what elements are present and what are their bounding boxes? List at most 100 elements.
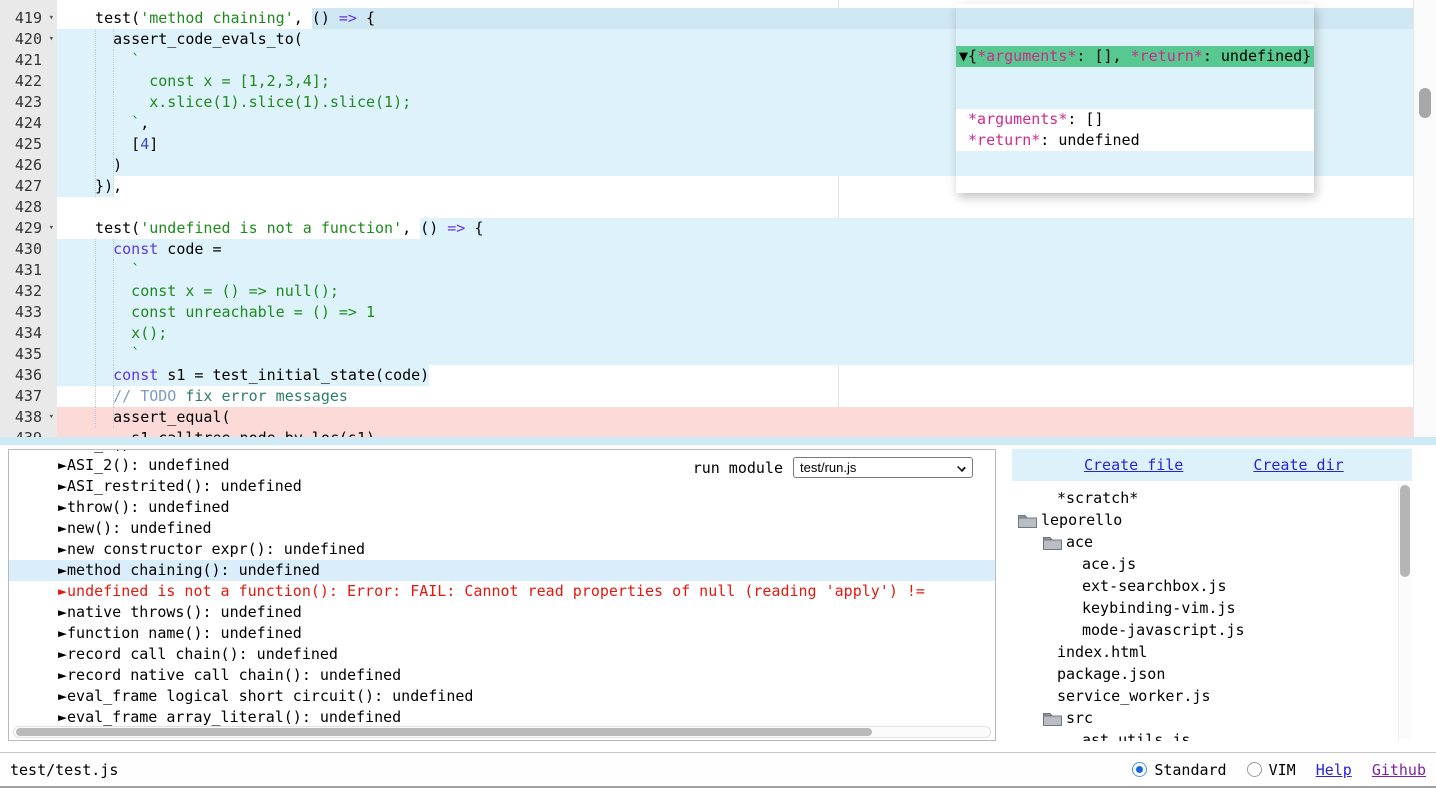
code-line[interactable]: 439 s1.calltree_node_by_loc(s1) [0, 428, 1436, 437]
tree-file[interactable]: ace.js [1012, 553, 1412, 575]
tree-item-name: ace [1066, 531, 1093, 553]
code-line[interactable]: 434 x(); [0, 323, 1436, 344]
test-result-item[interactable]: ►undefined is not a function(): Error: F… [9, 581, 995, 602]
line-number[interactable]: 429▾ [0, 218, 57, 239]
run-module-value: test/run.js [800, 460, 856, 475]
tree-folder[interactable]: ace [1012, 531, 1412, 553]
tree-folder[interactable]: src [1012, 707, 1412, 729]
line-number[interactable]: 419▾ [0, 8, 57, 29]
code-text: const code = [77, 240, 222, 258]
code-line[interactable]: 433 const unreachable = () => 1 [0, 302, 1436, 323]
line-number[interactable]: 421 [0, 50, 57, 71]
tree-file[interactable]: ast_utils.js [1012, 729, 1412, 741]
create-dir-link[interactable]: Create dir [1253, 456, 1343, 474]
code-text: const s1 = test_initial_state(code) [77, 366, 429, 384]
tree-file[interactable]: package.json [1012, 663, 1412, 685]
line-number[interactable]: 438▾ [0, 407, 57, 428]
help-link[interactable]: Help [1316, 761, 1352, 779]
code-line[interactable]: 437 // TODO fix error messages [0, 386, 1436, 407]
fold-icon[interactable]: ▾ [49, 218, 54, 239]
code-line[interactable]: 435 ` [0, 344, 1436, 365]
file-tree-scrollbar[interactable] [1398, 483, 1411, 739]
code-text: // TODO fix error messages [77, 387, 348, 405]
tooltip-header[interactable]: ▼{*arguments*: [], *return*: undefined} [956, 46, 1314, 67]
line-number[interactable]: 430 [0, 239, 57, 260]
code-segment: *arguments* [968, 110, 1067, 128]
test-result-item[interactable]: ►eval_frame logical short circuit(): und… [9, 686, 995, 707]
code-segment: , () [402, 219, 447, 237]
code-line[interactable]: 432 const x = () => null(); [0, 281, 1436, 302]
create-file-link[interactable]: Create file [1084, 456, 1183, 474]
editor-vertical-scrollbar[interactable] [1413, 0, 1436, 437]
tree-file[interactable]: ext-searchbox.js [1012, 575, 1412, 597]
line-number[interactable]: 434 [0, 323, 57, 344]
test-result-item[interactable]: ►record native call chain(): undefined [9, 665, 995, 686]
run-module-select[interactable]: test/run.js [793, 457, 973, 478]
tooltip-row[interactable]: *return*: undefined [956, 130, 1314, 151]
code-segment: test( [77, 9, 140, 27]
fold-icon[interactable]: ▾ [49, 8, 54, 29]
editor-scrollbar-thumb[interactable] [1419, 88, 1431, 118]
code-segment: 'method chaining' [140, 9, 294, 27]
test-result-item[interactable]: ►new constructor expr(): undefined [9, 539, 995, 560]
tooltip-row[interactable]: *arguments*: [] [956, 109, 1314, 130]
file-browser-header: Create file Create dir [1012, 449, 1412, 481]
output-scrollbar-thumb[interactable] [16, 728, 872, 736]
code-text: `, [77, 114, 149, 132]
test-result-item[interactable]: ►native throws(): undefined [9, 602, 995, 623]
line-number[interactable]: 439 [0, 428, 57, 437]
line-number[interactable]: 436 [0, 365, 57, 386]
status-bar: test/test.js Standard VIM Help Github [0, 752, 1436, 788]
pane-divider [0, 437, 1436, 445]
line-number[interactable]: 423 [0, 92, 57, 113]
file-tree: *scratch*leporelloaceace.jsext-searchbox… [1012, 481, 1412, 741]
line-number[interactable]: 425 [0, 134, 57, 155]
github-link[interactable]: Github [1372, 761, 1426, 779]
fold-icon[interactable]: ▾ [49, 407, 54, 428]
line-number[interactable]: 424 [0, 113, 57, 134]
line-number[interactable]: 435 [0, 344, 57, 365]
line-number[interactable]: 426 [0, 155, 57, 176]
line-number[interactable]: 431 [0, 260, 57, 281]
code-line[interactable]: 430 const code = [0, 239, 1436, 260]
code-line[interactable]: 428 [0, 197, 1436, 218]
line-number[interactable]: 420▾ [0, 29, 57, 50]
line-number[interactable]: 432 [0, 281, 57, 302]
test-result-item[interactable]: ►function name(): undefined [9, 623, 995, 644]
test-result-item[interactable]: ►method chaining(): undefined [9, 560, 995, 581]
code-line[interactable]: 436 const s1 = test_initial_state(code) [0, 365, 1436, 386]
code-line[interactable]: 431 ` [0, 260, 1436, 281]
tree-file[interactable]: keybinding-vim.js [1012, 597, 1412, 619]
leporello-app: 419▾ test('method chaining', () => {420▾… [0, 0, 1436, 788]
line-number[interactable]: 422 [0, 71, 57, 92]
test-result-item[interactable]: ►throw(): undefined [9, 497, 995, 518]
code-text: ` [77, 51, 140, 69]
code-line[interactable]: 438▾ assert_equal( [0, 407, 1436, 428]
tree-file[interactable]: mode-javascript.js [1012, 619, 1412, 641]
tree-file[interactable]: service_worker.js [1012, 685, 1412, 707]
tree-item-name: *scratch* [1057, 487, 1138, 509]
line-number[interactable]: 428 [0, 197, 57, 218]
file-tree-scrollbar-thumb[interactable] [1400, 485, 1410, 577]
tree-file[interactable]: index.html [1012, 641, 1412, 663]
output-horizontal-scrollbar[interactable] [13, 726, 991, 738]
line-number[interactable]: 437 [0, 386, 57, 407]
tree-file[interactable]: *scratch* [1012, 487, 1412, 509]
code-line[interactable]: 429▾ test('undefined is not a function',… [0, 218, 1436, 239]
fold-icon[interactable]: ▾ [49, 29, 54, 50]
keyboard-mode-standard[interactable]: Standard [1132, 761, 1226, 779]
value-inspector-tooltip[interactable]: ▼{*arguments*: [], *return*: undefined} … [956, 4, 1314, 193]
radio-vim-icon[interactable] [1247, 762, 1262, 777]
code-segment: assert_code_evals_to( [77, 30, 303, 48]
line-number[interactable]: 427 [0, 176, 57, 197]
test-result-item[interactable]: ►new(): undefined [9, 518, 995, 539]
code-segment: ` [77, 114, 140, 132]
folder-icon [1043, 711, 1062, 726]
test-result-item[interactable]: ►eval_frame array_literal(): undefined [9, 707, 995, 728]
test-result-item[interactable]: ►record call chain(): undefined [9, 644, 995, 665]
tree-folder[interactable]: leporello [1012, 509, 1412, 531]
radio-standard-icon[interactable] [1132, 762, 1147, 777]
line-number[interactable]: 433 [0, 302, 57, 323]
keyboard-mode-vim[interactable]: VIM [1247, 761, 1296, 779]
test-result-item[interactable]: ►ASI_restrited(): undefined [9, 476, 995, 497]
